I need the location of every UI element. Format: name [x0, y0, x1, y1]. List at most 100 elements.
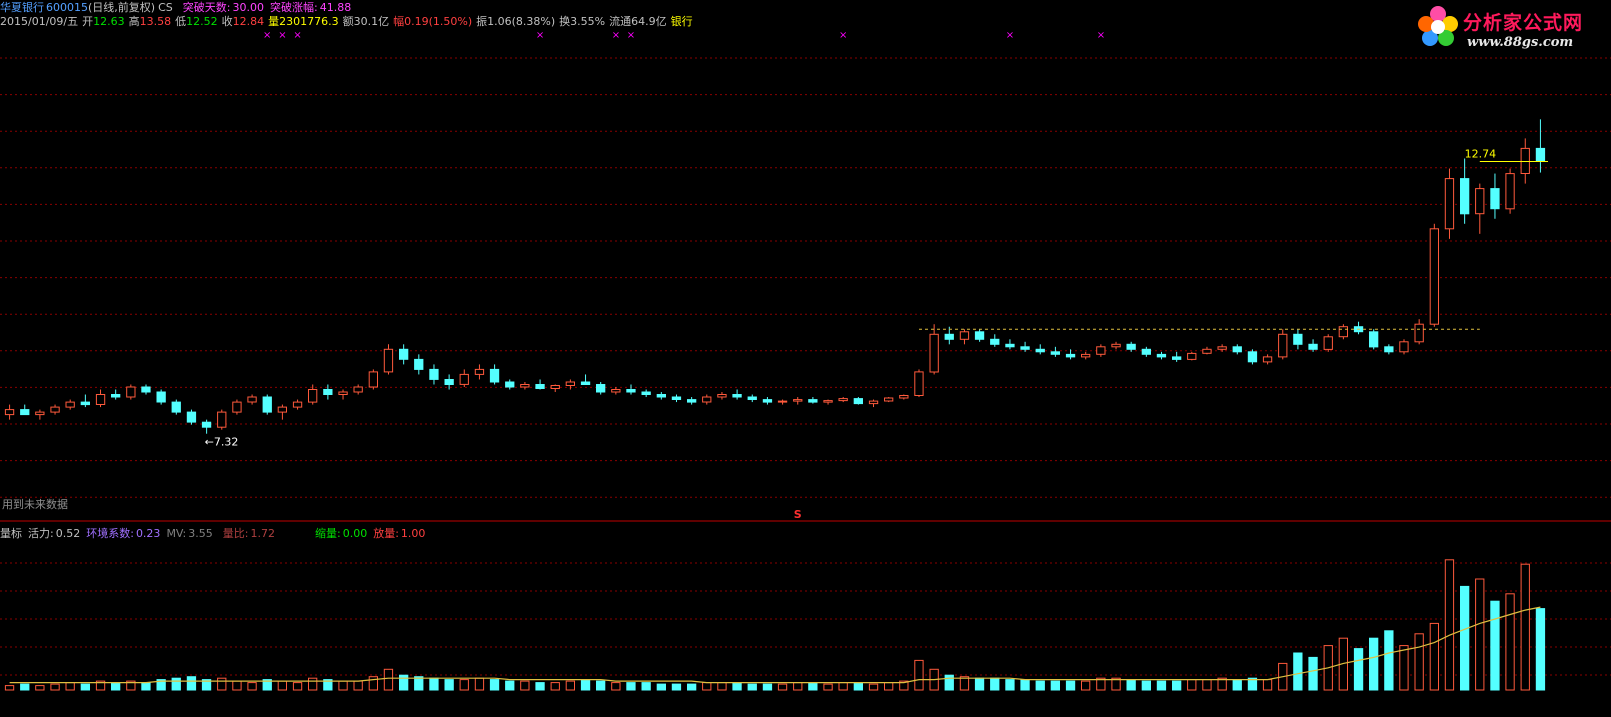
candle: [4, 404, 15, 420]
volume-bar: [505, 680, 515, 691]
candle-body: [1172, 356, 1182, 360]
candle: [596, 381, 606, 395]
candle-body: [217, 411, 227, 428]
candle: [990, 334, 1000, 347]
volume-bar: [1081, 680, 1091, 691]
candle: [247, 394, 257, 405]
volume-bar: [1141, 680, 1151, 691]
volume-bar: [1126, 679, 1136, 691]
volume-bar: [565, 680, 576, 691]
candlestick-series: [4, 119, 1546, 434]
volume-bar: [35, 685, 45, 691]
candle: [626, 384, 636, 395]
volume-bar: [1005, 679, 1015, 691]
sector-label[interactable]: 银行: [671, 15, 693, 28]
candle-body: [1217, 346, 1227, 350]
candle: [262, 394, 272, 415]
candle: [1353, 321, 1364, 335]
close-label: 收: [221, 15, 233, 28]
candle: [1520, 138, 1530, 184]
candle-body: [1035, 348, 1045, 353]
volume-bar: [186, 676, 197, 691]
candle: [611, 387, 621, 395]
volume-bar: [4, 685, 15, 691]
volume-bar: [444, 679, 454, 691]
candle: [1187, 351, 1197, 361]
volume-bar: [990, 677, 1000, 691]
x-signal-marker: ×: [263, 30, 271, 41]
candle: [565, 379, 576, 390]
stock-name[interactable]: 华夏银行: [0, 1, 44, 14]
open-value: 12.63: [93, 15, 125, 28]
volume-bar: [247, 682, 257, 691]
env-label: 环境系数:: [86, 527, 134, 540]
vol-ratio-value: 1.72: [250, 527, 275, 540]
candle-body: [747, 396, 757, 400]
volume-bar: [1262, 679, 1273, 691]
volume-bar: [277, 680, 288, 691]
volume-bar: [368, 676, 379, 691]
candle: [1384, 344, 1394, 355]
volume-bar: [489, 679, 500, 691]
volume-bar: [1414, 633, 1424, 691]
price-volume-chart: × × × × × × × × × ←7.32 12.74 S: [0, 30, 1611, 691]
candle: [505, 379, 515, 390]
volume-bar: [808, 682, 818, 691]
candle-body: [1429, 228, 1439, 325]
candle: [35, 409, 45, 420]
candle-body: [974, 331, 985, 340]
volume-bar: [429, 677, 439, 691]
candle-body: [1505, 173, 1515, 210]
candle-body: [1460, 178, 1470, 215]
float-label: 流通: [609, 15, 632, 28]
close-value: 12.84: [232, 15, 265, 28]
volume-bar: [308, 677, 318, 691]
volume-bar: [1202, 679, 1212, 691]
volume-bar: [944, 674, 954, 691]
x-signal-marker: ×: [627, 30, 635, 41]
candle-body: [1338, 326, 1348, 338]
volume-bar: [626, 682, 636, 691]
indicator-name[interactable]: 量标: [0, 527, 22, 540]
volume-bar: [520, 680, 530, 691]
candle: [1202, 346, 1212, 355]
candle: [1126, 341, 1136, 352]
candle-body: [687, 399, 697, 403]
candle: [1262, 354, 1273, 365]
candle-body: [20, 409, 30, 416]
x-signal-marker: ×: [612, 30, 620, 41]
candle: [111, 389, 121, 400]
period-label[interactable]: (日线,前复权): [88, 1, 155, 14]
candle-body: [1490, 188, 1500, 210]
candle: [687, 397, 697, 405]
candle: [929, 324, 939, 375]
volume-bar: [580, 679, 591, 691]
candle-body: [399, 348, 409, 360]
candle: [399, 344, 409, 365]
volume-bar: [702, 682, 712, 691]
candle-body: [277, 406, 288, 413]
candle-body: [186, 411, 197, 423]
volume-bar: [1520, 563, 1530, 691]
volume-label: 量: [268, 15, 280, 28]
candle: [217, 409, 227, 430]
candle-body: [414, 358, 424, 370]
candle: [959, 329, 970, 345]
candle: [459, 369, 469, 387]
candle: [762, 397, 773, 405]
candle-body: [1187, 352, 1197, 360]
volume-bar: [338, 680, 348, 691]
candle: [656, 392, 667, 400]
candle: [1323, 334, 1333, 352]
volume-bar: [1460, 585, 1470, 691]
candle-body: [1308, 343, 1318, 350]
grid-lines: [0, 57, 1611, 498]
x-signal-marker: ×: [1097, 30, 1105, 41]
x-signal-marker: ×: [278, 30, 286, 41]
candle-body: [793, 399, 803, 402]
turnover-label: 换: [559, 15, 571, 28]
amount-label: 额: [342, 15, 354, 28]
volume-bar: [853, 682, 864, 691]
volume-bar: [80, 683, 90, 691]
candle-body: [1475, 188, 1485, 215]
